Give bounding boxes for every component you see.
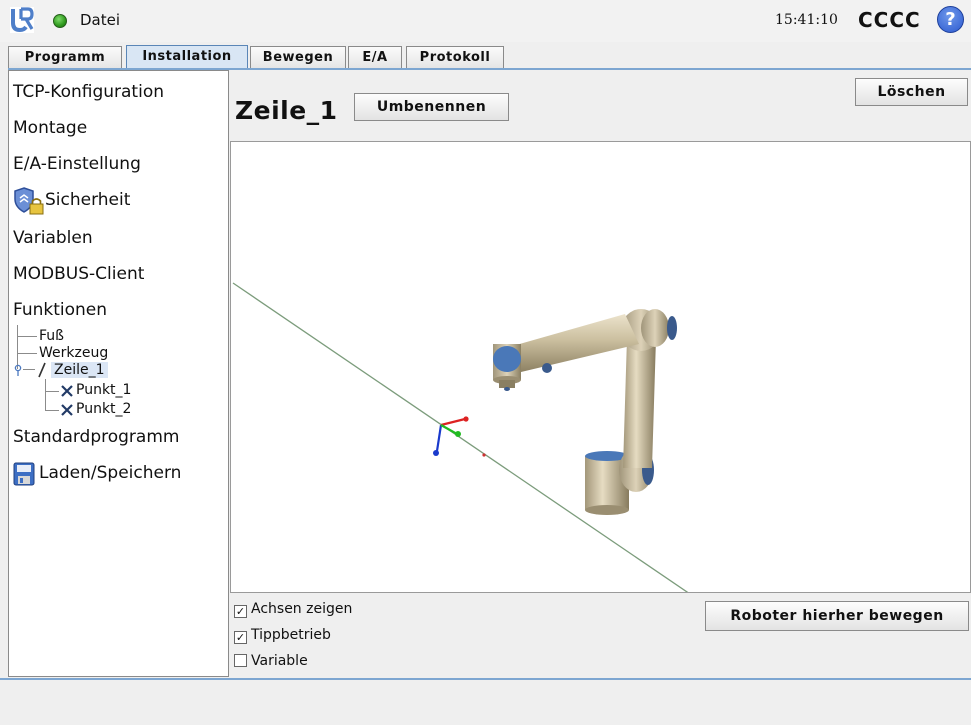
sidebar-item-montage[interactable]: Montage [13, 118, 87, 138]
move-robot-here-button[interactable]: Roboter hierher bewegen [705, 601, 969, 631]
feature-editor: Zeile_1 Umbenennen Löschen ✓ Achsen zeig… [229, 70, 971, 677]
line-feature-icon [38, 362, 46, 378]
tab-bewegen[interactable]: Bewegen [250, 46, 346, 69]
save-disk-icon [13, 462, 35, 486]
rename-button[interactable]: Umbenennen [354, 93, 509, 121]
sidebar-item-tcp-konfiguration[interactable]: TCP-Konfiguration [13, 82, 164, 102]
robot-name: CCCC [858, 8, 921, 32]
universal-robots-logo-icon [10, 7, 34, 33]
title-bar: Datei 15:41:10 CCCC ? [0, 0, 971, 42]
tab-installation[interactable]: Installation [126, 45, 248, 70]
sidebar-item-laden-speichern[interactable]: Laden/Speichern [13, 460, 223, 488]
file-menu[interactable]: Datei [80, 11, 120, 29]
footer-bar [0, 678, 971, 725]
delete-button[interactable]: Löschen [855, 78, 968, 106]
help-icon[interactable]: ? [937, 6, 964, 33]
tab-programm[interactable]: Programm [8, 46, 122, 69]
tree-item-zeile-1[interactable]: Zeile_1 [51, 362, 108, 378]
sidebar-item-modbus-client[interactable]: MODBUS-Client [13, 264, 144, 284]
tree-item-fuss[interactable]: Fuß [39, 328, 64, 344]
sidebar-item-label: Sicherheit [45, 190, 131, 210]
checkbox-label: Tippbetrieb [251, 627, 331, 643]
checkbox-label: Variable [251, 653, 308, 669]
variable-checkbox[interactable]: Variable [234, 653, 308, 669]
sidebar-item-standardprogramm[interactable]: Standardprogramm [13, 427, 179, 447]
robot-3d-viewport[interactable] [230, 141, 971, 595]
robot-3d-scene [232, 282, 691, 595]
sidebar-item-funktionen[interactable]: Funktionen [13, 300, 107, 320]
safety-shield-lock-icon [14, 187, 44, 215]
sidebar-item-label: Laden/Speichern [39, 463, 182, 483]
checkbox-box: ✓ [234, 631, 247, 644]
sidebar-item-variablen[interactable]: Variablen [13, 228, 93, 248]
tree-expand-handle-icon[interactable] [12, 364, 24, 376]
tab-e-a[interactable]: E/A [348, 46, 402, 69]
checkbox-box [234, 654, 247, 667]
point-feature-icon [61, 385, 73, 397]
jog-mode-checkbox[interactable]: ✓ Tippbetrieb [234, 627, 331, 644]
show-axes-checkbox[interactable]: ✓ Achsen zeigen [234, 601, 352, 618]
sidebar-item-e-a-einstellung[interactable]: E/A-Einstellung [13, 154, 141, 174]
sidebar-item-sicherheit[interactable]: Sicherheit [13, 186, 223, 216]
clock: 15:41:10 [775, 12, 838, 28]
robot-status-indicator-icon [53, 14, 67, 28]
tree-item-werkzeug[interactable]: Werkzeug [39, 345, 108, 361]
installation-sidebar: TCP-Konfiguration Montage E/A-Einstellun… [8, 70, 229, 677]
tree-item-punkt-2[interactable]: Punkt_2 [76, 401, 131, 417]
checkbox-label: Achsen zeigen [251, 601, 353, 617]
page-title: Zeile_1 [235, 96, 338, 125]
point-feature-icon [61, 404, 73, 416]
tab-protokoll[interactable]: Protokoll [406, 46, 504, 69]
checkbox-box: ✓ [234, 605, 247, 618]
tree-item-punkt-1[interactable]: Punkt_1 [76, 382, 131, 398]
